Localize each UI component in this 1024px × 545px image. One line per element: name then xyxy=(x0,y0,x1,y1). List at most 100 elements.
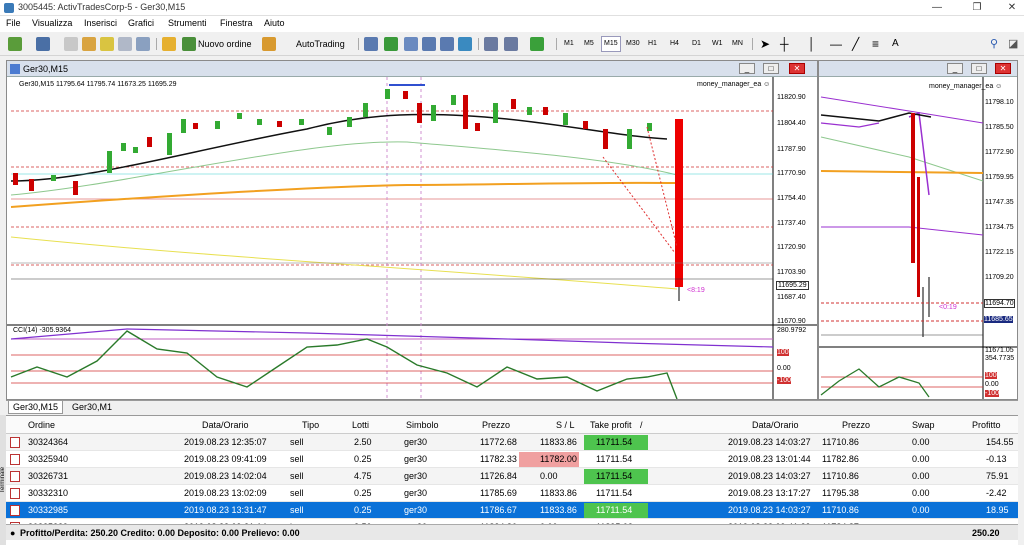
chart-window-ger30-m1[interactable]: _ □ ✕ money_manager_ea ☺ 11798.10 11785.… xyxy=(818,60,1018,400)
tf-m1-button[interactable]: M1 xyxy=(562,36,576,52)
trendline-icon[interactable]: ╱ xyxy=(852,36,859,52)
cursor-icon[interactable]: ➤ xyxy=(760,36,770,52)
table-row[interactable]: 30332985 2019.08.23 13:31:47 sell 0.25 ger30… xyxy=(6,502,1018,519)
chart-minimize-button[interactable]: _ xyxy=(947,63,963,74)
menu-finestra[interactable]: Finestra xyxy=(220,18,253,28)
menu-grafici[interactable]: Grafici xyxy=(128,18,154,28)
table-row[interactable]: 30332310 2019.08.23 13:02:09 sell 0.25 ger30… xyxy=(6,485,1018,502)
cell-data2: 2019.08.23 14:03:27 xyxy=(728,471,811,481)
terminal-icon[interactable] xyxy=(118,37,132,51)
tf-h4-button[interactable]: H4 xyxy=(668,36,681,52)
col-sort[interactable]: / xyxy=(640,420,643,430)
col-simbolo[interactable]: Simbolo xyxy=(406,420,439,430)
new-chart-icon[interactable] xyxy=(8,37,22,51)
col-tp[interactable]: Take profit xyxy=(590,420,632,430)
meta-editor-icon[interactable] xyxy=(162,37,176,51)
vertical-line-icon[interactable]: │ xyxy=(808,36,816,52)
cell-profitto: -2.42 xyxy=(986,488,1007,498)
cell-ordine: 30326731 xyxy=(28,471,69,481)
col-tipo[interactable]: Tipo xyxy=(302,420,319,430)
chart-restore-button[interactable]: □ xyxy=(971,63,987,74)
cell-prezzo2: 11782.86 xyxy=(822,454,859,464)
col-sl[interactable]: S / L xyxy=(556,420,575,430)
col-swap[interactable]: Swap xyxy=(912,420,935,430)
tile-windows-icon[interactable] xyxy=(458,37,472,51)
tf-m30-button[interactable]: M30 xyxy=(624,36,642,52)
chart-shift-icon[interactable] xyxy=(484,37,498,51)
market-watch-icon[interactable] xyxy=(64,37,78,51)
autotrading-button[interactable]: AutoTrading xyxy=(296,36,345,52)
menu-aiuto[interactable]: Aiuto xyxy=(264,18,285,28)
tf-d1-button[interactable]: D1 xyxy=(690,36,703,52)
tf-m5-button[interactable]: M5 xyxy=(582,36,596,52)
col-data[interactable]: Data/Orario xyxy=(202,420,249,430)
col-prezzo[interactable]: Prezzo xyxy=(482,420,510,430)
menu-strumenti[interactable]: Strumenti xyxy=(168,18,207,28)
channel-icon[interactable]: ≡ xyxy=(872,36,879,52)
crosshair-icon[interactable]: ┼ xyxy=(780,36,789,52)
autoscroll-icon[interactable] xyxy=(504,37,518,51)
new-order-icon[interactable] xyxy=(182,37,196,51)
cci-tick: 0.00 xyxy=(777,365,791,372)
menu-file[interactable]: File xyxy=(6,18,21,28)
close-button[interactable]: ✕ xyxy=(1005,1,1019,15)
navigator-icon[interactable] xyxy=(100,37,114,51)
cell-tp: 11711.54 xyxy=(596,471,633,481)
menu-inserisci[interactable]: Inserisci xyxy=(84,18,117,28)
cell-swap: 0.00 xyxy=(912,454,930,464)
maximize-button[interactable]: ❐ xyxy=(970,1,984,15)
zoom-out-icon[interactable] xyxy=(440,37,454,51)
chart-window-title: Ger30,M15 xyxy=(23,64,69,74)
indicators-icon[interactable] xyxy=(530,37,544,51)
chart-restore-button[interactable]: □ xyxy=(763,63,779,74)
col-data2[interactable]: Data/Orario xyxy=(752,420,799,430)
price-chart-canvas[interactable] xyxy=(7,77,817,399)
current-price-box: 11694.70 xyxy=(984,299,1015,308)
zoom-in-icon[interactable] xyxy=(422,37,436,51)
cell-profitto: 75.91 xyxy=(986,471,1009,481)
tf-m15-button[interactable]: M15 xyxy=(601,36,621,52)
profiles-icon[interactable] xyxy=(36,37,50,51)
cell-prezzo: 11785.69 xyxy=(480,488,517,498)
autotrading-icon[interactable] xyxy=(262,37,276,51)
minimize-button[interactable]: — xyxy=(930,1,944,15)
cell-sl: 0.00 xyxy=(540,471,558,481)
menu-visualizza[interactable]: Visualizza xyxy=(32,18,72,28)
price-tick: 11687.40 xyxy=(777,294,806,301)
chart-minimize-button[interactable]: _ xyxy=(739,63,755,74)
table-row[interactable]: 30325940 2019.08.23 09:41:09 sell 0.25 ger30… xyxy=(6,451,1018,468)
table-row[interactable]: 30324364 2019.08.23 12:35:07 sell 2.50 ger30… xyxy=(6,434,1018,451)
data-window-icon[interactable] xyxy=(82,37,96,51)
strategy-tester-icon[interactable] xyxy=(136,37,150,51)
tf-mn-button[interactable]: MN xyxy=(730,36,745,52)
search-icon[interactable]: ⚲ xyxy=(990,36,998,52)
cell-profitto: 154.55 xyxy=(986,437,1014,447)
candlestick-icon[interactable] xyxy=(384,37,398,51)
col-ordine[interactable]: Ordine xyxy=(28,420,55,430)
horizontal-line-icon[interactable]: — xyxy=(830,36,842,52)
current-price-box: 11695.29 xyxy=(776,281,809,290)
table-row[interactable]: 30326731 2019.08.23 14:02:04 sell 4.75 ger30… xyxy=(6,468,1018,485)
line-chart-icon[interactable] xyxy=(404,37,418,51)
cci-tick: -100 xyxy=(985,390,1000,397)
cci-tick: 0.00 xyxy=(985,381,999,388)
col-lotti[interactable]: Lotti xyxy=(352,420,369,430)
cell-lotti: 0.25 xyxy=(354,488,372,498)
tab-ger30-m15[interactable]: Ger30,M15 xyxy=(8,401,64,414)
col-prezzo2[interactable]: Prezzo xyxy=(842,420,870,430)
tab-ger30-m1[interactable]: Ger30,M1 xyxy=(68,401,116,414)
chart-close-button[interactable]: ✕ xyxy=(789,63,805,74)
cell-tp: 11711.54 xyxy=(596,505,633,515)
chart-close-button[interactable]: ✕ xyxy=(995,63,1011,74)
chat-icon[interactable]: ◪ xyxy=(1008,36,1018,52)
bar-chart-icon[interactable] xyxy=(364,37,378,51)
cell-sl: 11833.86 xyxy=(540,505,577,515)
text-icon[interactable]: A xyxy=(892,36,899,52)
cell-data: 2019.08.23 09:41:09 xyxy=(184,454,267,464)
tf-h1-button[interactable]: H1 xyxy=(646,36,659,52)
cell-swap: 0.00 xyxy=(912,505,930,515)
new-order-button[interactable]: Nuovo ordine xyxy=(198,36,252,52)
tf-w1-button[interactable]: W1 xyxy=(710,36,725,52)
col-profitto[interactable]: Profitto xyxy=(972,420,1001,430)
chart-window-ger30-m15[interactable]: Ger30,M15 _ □ ✕ Ger30,M15 11795.64 11795… xyxy=(6,60,818,400)
